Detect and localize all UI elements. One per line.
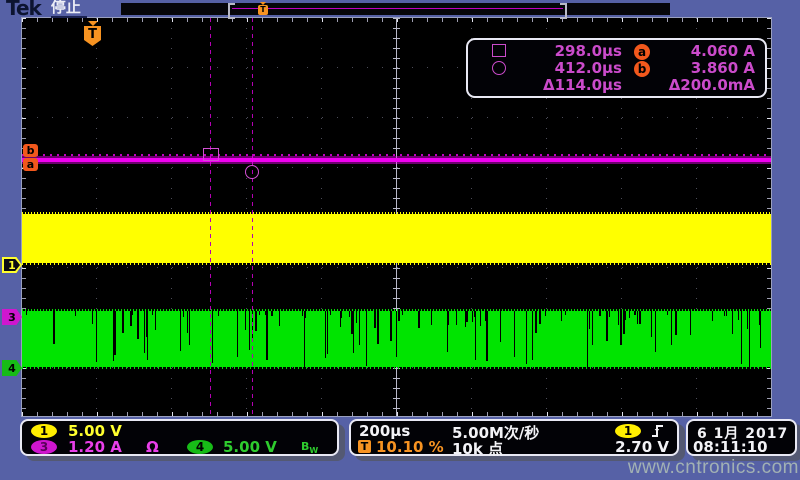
datetime-panel: 6 1月 2017 08:11:10 [686, 419, 797, 456]
trigger-position-percent[interactable]: 10.10 % [376, 438, 444, 456]
oscilloscope-screen: Tek 停止 T T b a 1 3 4 298.0µs a [0, 0, 800, 480]
cursor-b-time: 412.0µs [516, 59, 622, 77]
cursor-b-symbol-icon [492, 61, 506, 75]
trigger-t-flag: T [84, 26, 101, 46]
cursor-a-level-marker[interactable]: a [23, 158, 38, 171]
ch3-coupling-ohm[interactable]: Ω [146, 438, 159, 456]
record-length: 10k 点 [452, 438, 503, 459]
ch4-scale[interactable]: 5.00 V [223, 438, 277, 456]
trigger-source-badge[interactable]: 1 [615, 424, 641, 438]
ch1-ground-marker[interactable]: 1 [2, 257, 22, 273]
ch3-ground-marker[interactable]: 3 [2, 309, 22, 325]
cursor-b-circle-marker[interactable] [245, 165, 259, 179]
record-view-bar[interactable]: T [121, 3, 670, 15]
horizontal-trigger-panel: 200µs T 10.10 % 5.00M次/秒 10k 点 1 2.70 V [349, 419, 679, 456]
cursor-b-level-marker[interactable]: b [23, 144, 38, 157]
trigger-arrow-icon [88, 21, 98, 26]
bandwidth-limit-icon: BW [301, 440, 318, 455]
ch4-badge[interactable]: 4 [187, 440, 213, 454]
cursor-b-line[interactable] [252, 18, 253, 416]
cursor-a-square-marker[interactable] [203, 148, 219, 161]
cursor-a-symbol-icon [492, 44, 506, 57]
cursor-a-value: 4.060 A [662, 42, 755, 60]
title-bar: Tek 停止 [6, 0, 87, 18]
trigger-level[interactable]: 2.70 V [599, 438, 669, 456]
record-view-trigger-marker[interactable]: T [258, 5, 268, 15]
cursor-a-time: 298.0µs [516, 42, 622, 60]
channel-readout-panel: 1 5.00 V 3 1.20 A Ω 4 5.00 V BW [20, 419, 339, 456]
cursor-readout-panel: 298.0µs a 4.060 A 412.0µs b 3.860 A Δ114… [466, 38, 767, 98]
trigger-position-badge: T [358, 440, 371, 453]
ch4-ground-marker[interactable]: 4 [2, 360, 22, 376]
ch1-waveform[interactable] [22, 214, 771, 263]
acquisition-status: 停止 [51, 0, 87, 18]
ch3-badge[interactable]: 3 [31, 440, 57, 454]
record-view-cursor-span [232, 8, 563, 9]
rising-edge-icon [650, 424, 666, 438]
ch1-badge[interactable]: 1 [31, 424, 57, 438]
ch4-waveform[interactable] [22, 311, 771, 367]
ch3-waveform[interactable] [22, 156, 771, 164]
trigger-position-marker[interactable]: T [84, 21, 101, 46]
record-view-left-bracket-icon[interactable] [228, 3, 235, 19]
cursor-b-badge: b [634, 61, 650, 77]
cursor-a-line[interactable] [210, 18, 211, 416]
record-view-right-bracket-icon[interactable] [560, 3, 567, 19]
cursor-a-badge: a [634, 44, 650, 60]
ch1-ground-marker-label: 1 [4, 259, 20, 271]
cursor-b-value: 3.860 A [662, 59, 755, 77]
cursor-delta-time: Δ114.0µs [516, 76, 622, 94]
cursor-delta-value: Δ200.0mA [662, 76, 755, 94]
ch3-scale[interactable]: 1.20 A [68, 438, 122, 456]
watermark: www.cntronics.com [628, 457, 799, 479]
time-label: 08:11:10 [693, 438, 768, 456]
tek-logo: Tek [6, 0, 41, 18]
